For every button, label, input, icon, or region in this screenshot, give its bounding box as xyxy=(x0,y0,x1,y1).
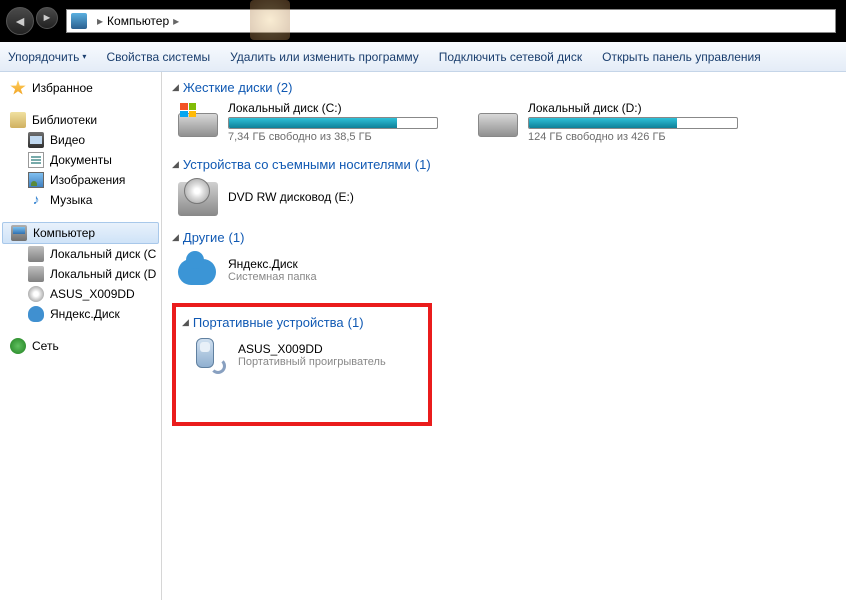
libraries-icon xyxy=(10,112,26,128)
video-icon xyxy=(28,132,44,148)
window-titlebar: ◄ ► ▸ Компьютер ▸ xyxy=(0,0,846,42)
device-icon xyxy=(28,286,44,302)
section-header[interactable]: ◢ Другие (1) xyxy=(172,230,836,245)
drive-freespace: 7,34 ГБ свободно из 38,5 ГБ xyxy=(228,131,438,143)
item-name: DVD RW дисковод (E:) xyxy=(228,190,354,204)
music-icon: ♪ xyxy=(28,192,44,208)
sidebar-item-label: Сеть xyxy=(32,339,59,353)
star-icon xyxy=(10,80,26,96)
collapse-icon: ◢ xyxy=(172,159,179,170)
highlight-box: ◢ Портативные устройства (1) ASUS_X009DD… xyxy=(172,303,432,426)
portable-device-asus[interactable]: ASUS_X009DD Портативный проигрыватель xyxy=(182,336,422,374)
network-icon xyxy=(10,338,26,354)
computer-icon xyxy=(11,225,27,241)
sidebar-item-label: Компьютер xyxy=(33,226,95,240)
toolbar: Упорядочить Свойства системы Удалить или… xyxy=(0,42,846,72)
sidebar-item-yadisk[interactable]: Яндекс.Диск xyxy=(0,304,161,324)
item-subtitle: Системная папка xyxy=(228,271,317,283)
sidebar-item-label: Избранное xyxy=(32,81,93,95)
content-pane: ◢ Жесткие диски (2) Локальный диск (C:) … xyxy=(162,72,846,600)
hdd-icon xyxy=(178,101,218,137)
sidebar-item-network[interactable]: Сеть xyxy=(0,336,161,356)
collapse-icon: ◢ xyxy=(172,82,179,93)
sidebar-item-label: Библиотеки xyxy=(32,113,97,127)
sidebar-item-drive-c[interactable]: Локальный диск (C xyxy=(0,244,161,264)
section-header[interactable]: ◢ Устройства со съемными носителями (1) xyxy=(172,157,836,172)
sidebar-item-images[interactable]: Изображения xyxy=(0,170,161,190)
section-header[interactable]: ◢ Жесткие диски (2) xyxy=(172,80,836,95)
section-removable: ◢ Устройства со съемными носителями (1) … xyxy=(172,157,836,216)
sidebar-item-label: Документы xyxy=(50,153,112,167)
section-hard-drives: ◢ Жесткие диски (2) Локальный диск (C:) … xyxy=(172,80,836,143)
item-subtitle: Портативный проигрыватель xyxy=(238,356,386,368)
sidebar-item-label: Музыка xyxy=(50,193,92,207)
nav-back-button[interactable]: ◄ xyxy=(6,7,34,35)
drive-freespace: 124 ГБ свободно из 426 ГБ xyxy=(528,131,738,143)
collapse-icon: ◢ xyxy=(172,232,179,243)
sidebar-item-video[interactable]: Видео xyxy=(0,130,161,150)
document-icon xyxy=(28,152,44,168)
section-other: ◢ Другие (1) Яндекс.Диск Системная папка xyxy=(172,230,836,289)
sidebar-item-computer[interactable]: Компьютер xyxy=(2,222,159,244)
sidebar-item-label: Изображения xyxy=(50,173,125,187)
section-portable: ◢ Портативные устройства (1) ASUS_X009DD… xyxy=(182,315,422,374)
sidebar-item-libraries[interactable]: Библиотеки xyxy=(0,110,161,130)
section-header[interactable]: ◢ Портативные устройства (1) xyxy=(182,315,422,330)
portable-player-icon xyxy=(188,336,228,374)
image-icon xyxy=(28,172,44,188)
breadcrumb-sep-icon: ▸ xyxy=(173,14,179,28)
dvd-drive-icon xyxy=(178,178,218,216)
drive-name: Локальный диск (D:) xyxy=(528,101,738,115)
item-name: Яндекс.Диск xyxy=(228,257,317,271)
sidebar-item-favorites[interactable]: Избранное xyxy=(0,78,161,98)
collapse-icon: ◢ xyxy=(182,317,189,328)
storage-bar xyxy=(228,117,438,129)
uninstall-program-button[interactable]: Удалить или изменить программу xyxy=(230,50,419,64)
map-network-drive-button[interactable]: Подключить сетевой диск xyxy=(439,50,582,64)
drive-d[interactable]: Локальный диск (D:) 124 ГБ свободно из 4… xyxy=(478,101,738,143)
sidebar-item-label: Видео xyxy=(50,133,85,147)
open-control-panel-button[interactable]: Открыть панель управления xyxy=(602,50,761,64)
navigation-sidebar: Избранное Библиотеки Видео Документы Изо… xyxy=(0,72,162,600)
sidebar-item-asus[interactable]: ASUS_X009DD xyxy=(0,284,161,304)
sidebar-item-drive-d[interactable]: Локальный диск (D xyxy=(0,264,161,284)
breadcrumb-sep-icon: ▸ xyxy=(97,14,103,28)
drive-c[interactable]: Локальный диск (C:) 7,34 ГБ свободно из … xyxy=(178,101,438,143)
sidebar-item-label: ASUS_X009DD xyxy=(50,287,135,301)
breadcrumb-computer[interactable]: Компьютер xyxy=(107,14,169,28)
hdd-icon xyxy=(28,246,44,262)
sidebar-item-music[interactable]: ♪ Музыка xyxy=(0,190,161,210)
item-name: ASUS_X009DD xyxy=(238,342,386,356)
nav-forward-button[interactable]: ► xyxy=(36,7,58,29)
system-properties-button[interactable]: Свойства системы xyxy=(106,50,210,64)
sidebar-item-label: Яндекс.Диск xyxy=(50,307,120,321)
sidebar-item-label: Локальный диск (C xyxy=(50,247,156,261)
sidebar-item-label: Локальный диск (D xyxy=(50,267,156,281)
user-avatar xyxy=(250,0,290,40)
computer-icon xyxy=(71,13,87,29)
dvd-drive[interactable]: DVD RW дисковод (E:) xyxy=(172,178,836,216)
sidebar-item-documents[interactable]: Документы xyxy=(0,150,161,170)
hdd-icon xyxy=(478,101,518,137)
organize-button[interactable]: Упорядочить xyxy=(8,50,86,64)
address-bar[interactable]: ▸ Компьютер ▸ xyxy=(66,9,836,33)
storage-bar xyxy=(528,117,738,129)
cloud-icon xyxy=(178,251,218,289)
yandex-disk[interactable]: Яндекс.Диск Системная папка xyxy=(172,251,836,289)
cloud-icon xyxy=(28,306,44,322)
hdd-icon xyxy=(28,266,44,282)
drive-name: Локальный диск (C:) xyxy=(228,101,438,115)
